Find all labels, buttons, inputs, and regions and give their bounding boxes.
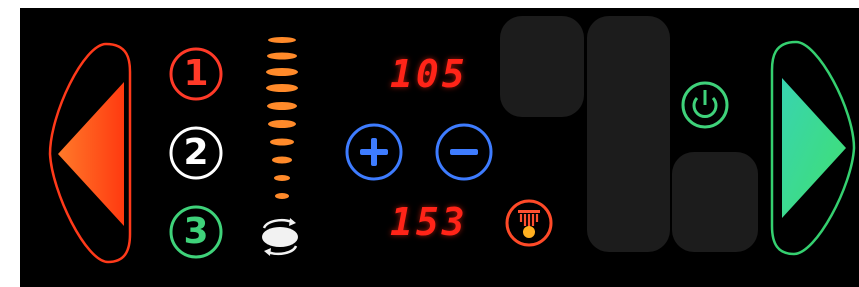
preset-1-button[interactable]: 1 [168,46,224,102]
flame-level-meter [260,34,304,214]
preset-2-label: 2 [183,132,209,173]
display-block-top-left [500,16,584,117]
display-block-bottom-right [672,152,758,252]
fire-button[interactable] [504,198,554,248]
cycle-button[interactable] [256,216,304,258]
preset-2-button[interactable]: 2 [168,125,224,181]
preset-3-button[interactable]: 3 [168,204,224,260]
preset-3-label: 3 [183,211,209,252]
display-bottom-value: 153 [390,200,468,244]
left-arrow-icon [48,42,132,264]
preset-1-label: 1 [183,53,209,94]
cycle-icon [262,218,298,256]
display-top-value: 105 [390,52,468,96]
control-panel: 1 2 3 105 153 [20,8,859,287]
plus-icon [345,123,403,181]
left-arrow-button[interactable] [46,42,132,264]
minus-icon [435,123,493,181]
minus-button[interactable] [434,122,494,182]
right-arrow-button[interactable] [770,40,856,256]
fire-icon [505,199,553,247]
flame-level-icon [266,37,298,199]
right-arrow-icon [770,40,856,256]
plus-button[interactable] [344,122,404,182]
power-button[interactable] [680,80,730,130]
power-icon [681,81,729,129]
display-block-tall [587,16,670,252]
